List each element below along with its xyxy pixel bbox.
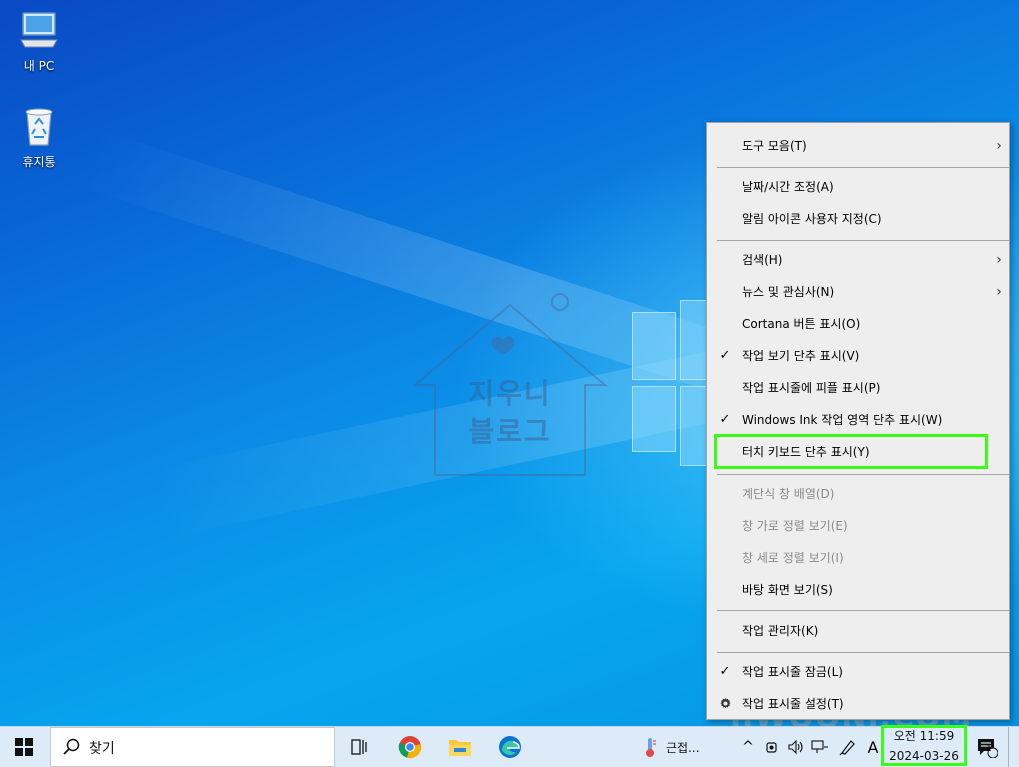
watermark-line2: 블로그 xyxy=(468,415,552,448)
tray-overflow-button[interactable]: ^ xyxy=(738,727,758,767)
menu-item-show-cortana-button[interactable]: Cortana 버튼 표시(O) xyxy=(707,309,1009,339)
menu-item-lock-taskbar[interactable]: ✓ 작업 표시줄 잠금(L) xyxy=(707,657,1009,687)
taskbar-app-edge[interactable] xyxy=(492,727,528,767)
menu-item-label: 날짜/시간 조정(A) xyxy=(742,180,834,194)
menu-item-label: 작업 표시줄에 피플 표시(P) xyxy=(742,381,881,395)
menu-item-label: Cortana 버튼 표시(O) xyxy=(742,317,861,331)
desktop-icon-label: 휴지통 xyxy=(22,155,56,169)
taskbar-search-box[interactable]: 찾기 xyxy=(50,727,335,767)
menu-item-label: 알림 아이콘 사용자 지정(C) xyxy=(742,212,882,226)
menu-item-show-task-view-button[interactable]: ✓ 작업 보기 단추 표시(V) xyxy=(707,341,1009,371)
folder-icon xyxy=(449,740,471,756)
menu-separator xyxy=(717,240,1009,241)
chevron-right-icon: › xyxy=(996,284,1002,300)
news-and-interests-widget[interactable]: 근접... xyxy=(640,727,720,767)
weather-text: 근접... xyxy=(666,740,700,755)
speaker-icon xyxy=(788,739,803,755)
menu-item-show-windows-ink-button[interactable]: ✓ Windows Ink 작업 영역 단추 표시(W) xyxy=(707,405,1009,435)
highlight-box-touch-keyboard xyxy=(714,434,988,469)
desktop-icon-my-pc[interactable]: 내 PC xyxy=(4,10,74,74)
taskbar-app-file-explorer[interactable] xyxy=(442,727,478,767)
notification-count: 1 xyxy=(986,744,992,754)
edge-icon xyxy=(499,736,521,758)
chevron-right-icon: › xyxy=(996,138,1002,154)
start-button[interactable] xyxy=(0,727,48,767)
menu-item-taskbar-settings[interactable]: 작업 표시줄 설정(T) xyxy=(707,689,1009,719)
desktop-icon-label: 내 PC xyxy=(23,59,55,73)
recycle-bin-icon xyxy=(25,108,53,146)
action-center-button[interactable]: 1 xyxy=(972,727,1002,767)
ime-indicator-label: A xyxy=(867,737,879,757)
desktop-icon-recycle-bin[interactable]: 휴지통 xyxy=(4,106,74,170)
menu-separator xyxy=(717,167,1009,168)
taskbar: 찾기 근접... ^ A 1 xyxy=(0,726,1019,767)
computer-icon xyxy=(20,12,58,48)
menu-separator xyxy=(717,652,1009,653)
menu-item-label: 검색(H) xyxy=(742,253,783,267)
checkmark-icon: ✓ xyxy=(719,348,731,363)
menu-item-label: 바탕 화면 보기(S) xyxy=(742,583,833,597)
checkmark-icon: ✓ xyxy=(719,412,731,427)
menu-separator xyxy=(717,474,1009,475)
menu-item-label: Windows Ink 작업 영역 단추 표시(W) xyxy=(742,413,943,427)
highlight-box-clock xyxy=(881,725,967,766)
menu-item-toolbars[interactable]: 도구 모음(T) › xyxy=(707,131,1009,161)
menu-item-label: 작업 표시줄 설정(T) xyxy=(742,697,844,711)
menu-separator xyxy=(717,610,1009,611)
chevron-up-icon: ^ xyxy=(742,739,754,755)
menu-item-show-windows-stacked: 창 가로 정렬 보기(E) xyxy=(707,511,1009,541)
menu-item-label: 뉴스 및 관심사(N) xyxy=(742,285,835,299)
menu-item-search[interactable]: 검색(H) › xyxy=(707,245,1009,275)
menu-item-label: 창 세로 정렬 보기(I) xyxy=(742,551,844,565)
thermometer-icon xyxy=(646,738,656,757)
tray-icon-volume[interactable] xyxy=(785,727,807,767)
tray-icon-windows-ink[interactable] xyxy=(836,727,860,767)
menu-item-news-and-interests[interactable]: 뉴스 및 관심사(N) › xyxy=(707,277,1009,307)
watermark-line1: 지우니 xyxy=(468,377,552,410)
checkmark-icon: ✓ xyxy=(719,664,731,679)
menu-item-label: 창 가로 정렬 보기(E) xyxy=(742,519,848,533)
task-view-button[interactable] xyxy=(344,727,376,767)
menu-item-label: 계단식 창 배열(D) xyxy=(742,487,835,501)
tray-icon-network[interactable] xyxy=(808,727,832,767)
menu-item-label: 도구 모음(T) xyxy=(742,139,807,153)
menu-item-adjust-date-time[interactable]: 날짜/시간 조정(A) xyxy=(707,172,1009,202)
network-icon xyxy=(811,740,828,753)
taskbar-context-menu: 도구 모음(T) › 날짜/시간 조정(A) 알림 아이콘 사용자 지정(C) … xyxy=(706,122,1010,720)
search-placeholder: 찾기 xyxy=(89,741,115,757)
menu-item-task-manager[interactable]: 작업 관리자(K) xyxy=(707,616,1009,646)
blog-watermark: 지우니 블로그 xyxy=(410,290,610,480)
show-desktop-button[interactable] xyxy=(1008,727,1019,767)
tray-icon-meet-now[interactable] xyxy=(762,727,784,767)
chevron-right-icon: › xyxy=(996,252,1002,268)
meet-now-icon xyxy=(766,742,777,753)
windows-start-icon xyxy=(15,738,33,756)
menu-item-cascade-windows: 계단식 창 배열(D) xyxy=(707,479,1009,509)
menu-item-label: 작업 관리자(K) xyxy=(742,624,819,638)
taskbar-app-chrome[interactable] xyxy=(392,727,428,767)
menu-item-show-people[interactable]: 작업 표시줄에 피플 표시(P) xyxy=(707,373,1009,403)
menu-item-label: 작업 표시줄 잠금(L) xyxy=(742,665,843,679)
menu-item-label: 작업 보기 단추 표시(V) xyxy=(742,349,860,363)
menu-item-show-desktop[interactable]: 바탕 화면 보기(S) xyxy=(707,575,1009,605)
pen-icon xyxy=(839,740,855,756)
menu-item-customize-notification-icons[interactable]: 알림 아이콘 사용자 지정(C) xyxy=(707,204,1009,234)
chrome-icon xyxy=(398,736,422,759)
search-icon xyxy=(63,738,80,755)
menu-item-show-windows-side-by-side: 창 세로 정렬 보기(I) xyxy=(707,543,1009,573)
task-view-icon xyxy=(351,739,367,755)
gear-icon xyxy=(717,689,733,719)
